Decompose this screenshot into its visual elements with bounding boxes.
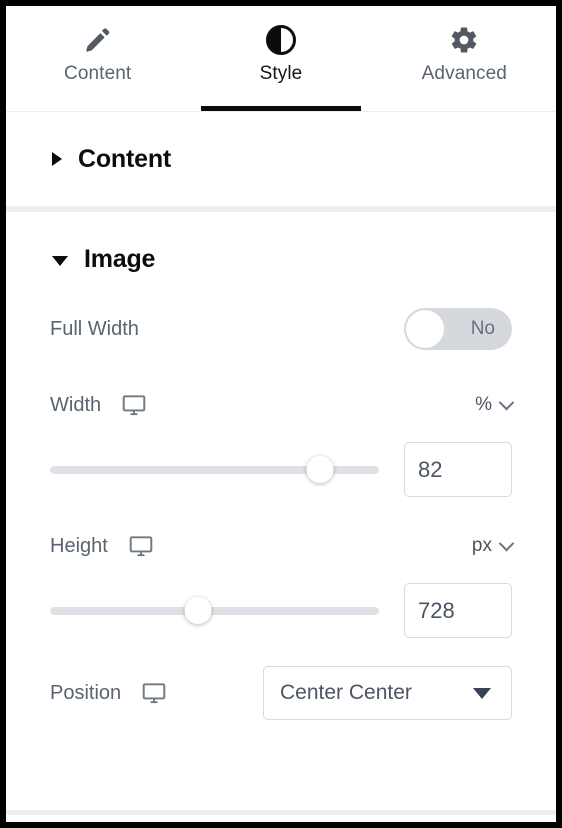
desktop-monitor-icon[interactable] xyxy=(128,533,154,559)
height-slider[interactable] xyxy=(50,593,379,629)
desktop-monitor-icon[interactable] xyxy=(121,392,147,418)
tab-content[interactable]: Content xyxy=(6,6,189,111)
full-width-toggle[interactable]: No xyxy=(404,308,512,350)
control-row-position: Position Center Center xyxy=(50,664,512,722)
pencil-icon xyxy=(83,23,113,57)
contrast-icon xyxy=(265,23,296,57)
caret-down-icon xyxy=(473,687,491,699)
width-label: Width xyxy=(50,393,102,416)
width-slider[interactable] xyxy=(50,452,379,488)
control-row-full-width: Full Width No xyxy=(50,306,512,352)
height-slider-row xyxy=(50,583,512,638)
height-input[interactable] xyxy=(404,583,512,638)
toggle-knob xyxy=(406,310,444,348)
control-row-width: Width % xyxy=(50,382,515,428)
triangle-right-icon xyxy=(52,152,62,166)
tab-content-label: Content xyxy=(64,63,132,84)
width-unit-selector[interactable]: % xyxy=(475,394,515,416)
control-row-height: Height px xyxy=(50,523,515,569)
section-header-image[interactable]: Image xyxy=(6,212,556,306)
editor-panel: Content Style Advanced Content Image Ful… xyxy=(6,6,556,822)
section-title-content: Content xyxy=(78,144,172,173)
chevron-down-icon xyxy=(498,535,515,551)
gear-icon xyxy=(449,23,479,57)
section-title-image: Image xyxy=(84,244,156,273)
bottom-divider xyxy=(6,810,556,815)
position-label: Position xyxy=(50,681,122,704)
full-width-label: Full Width xyxy=(50,317,139,340)
width-unit-label: % xyxy=(475,394,492,415)
height-unit-label: px xyxy=(471,535,492,556)
toggle-value-label: No xyxy=(470,318,495,339)
tab-advanced-label: Advanced xyxy=(421,63,507,84)
tab-active-indicator xyxy=(200,106,361,111)
slider-handle[interactable] xyxy=(306,456,334,483)
tab-style[interactable]: Style xyxy=(189,6,372,111)
height-unit-selector[interactable]: px xyxy=(471,535,515,557)
triangle-down-icon xyxy=(52,255,68,266)
section-header-content[interactable]: Content xyxy=(6,112,556,206)
height-label: Height xyxy=(50,534,108,557)
chevron-down-icon xyxy=(498,394,515,410)
tab-style-label: Style xyxy=(259,63,303,84)
position-select[interactable]: Center Center xyxy=(263,666,512,720)
image-section-body: Full Width No Width % 82 Height px 728 P… xyxy=(6,306,556,722)
tab-advanced[interactable]: Advanced xyxy=(373,6,556,111)
slider-track xyxy=(50,606,379,615)
slider-handle[interactable] xyxy=(184,597,212,624)
panel-tab-bar: Content Style Advanced xyxy=(6,6,556,112)
width-slider-row xyxy=(50,442,512,497)
width-input[interactable] xyxy=(404,442,512,497)
position-select-value: Center Center xyxy=(280,681,412,704)
desktop-monitor-icon[interactable] xyxy=(141,680,167,706)
